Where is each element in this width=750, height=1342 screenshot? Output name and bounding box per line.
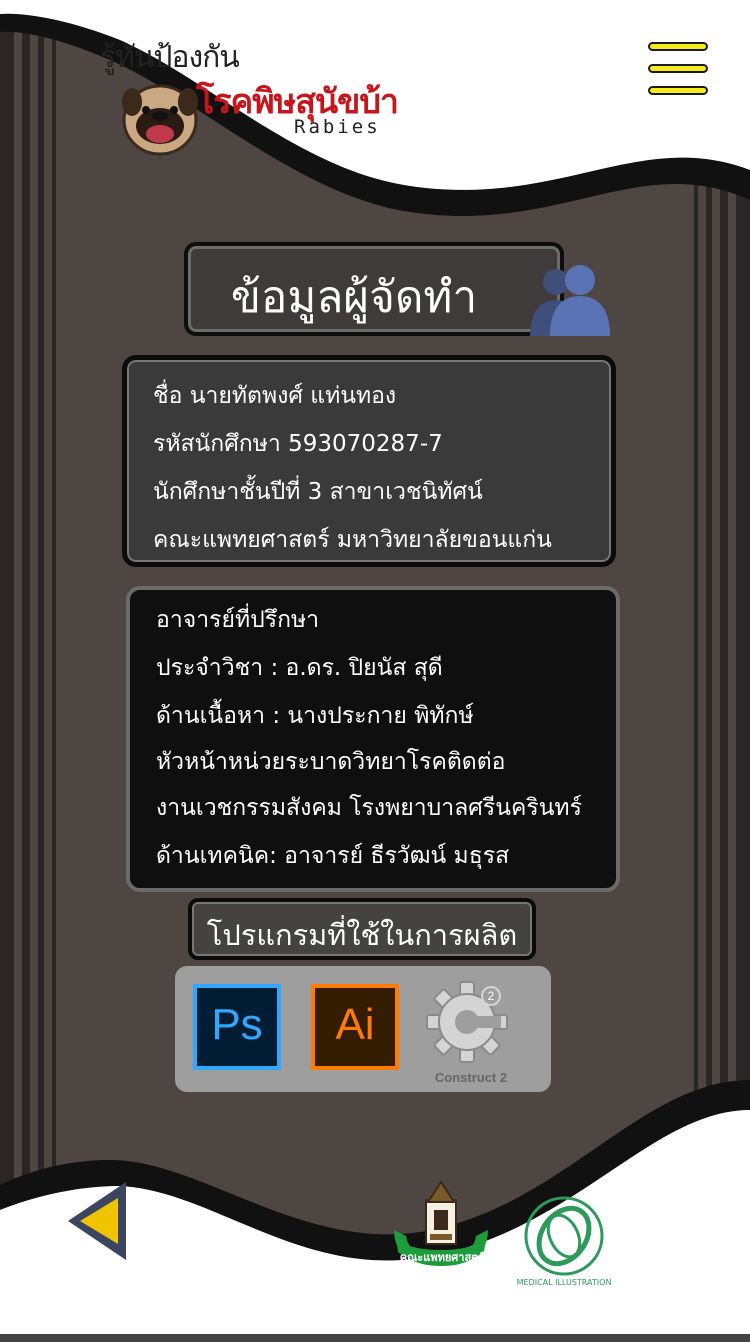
menu-button[interactable]	[646, 40, 710, 98]
advisor-content-role: หัวหน้าหน่วยระบาดวิทยาโรคติดต่อ	[156, 749, 506, 775]
author-year: นักศึกษาชั้นปีที่ 3 สาขาเวชนิทัศน์	[153, 479, 483, 505]
software-tools-panel: Ps Ai 2 Construct 2	[175, 966, 551, 1092]
page-title: ข้อมูลผู้จัดทำ	[230, 272, 478, 323]
advisor-info-panel: อาจารย์ที่ปรึกษา ประจำวิชา : อ.ดร. ปิยนั…	[126, 586, 620, 892]
advisor-content: ด้านเนื้อหา : นางประกาย พิทักษ์	[156, 703, 474, 729]
app-logo: รู้ทันป้องกัน โรคพิษสุนัขบ้า Rabies	[96, 34, 456, 156]
screen: รู้ทันป้องกัน โรคพิษสุนัขบ้า Rabies ข้อม…	[0, 0, 750, 1342]
advisor-heading: อาจารย์ที่ปรึกษา	[156, 607, 320, 633]
dog-face-icon	[122, 84, 198, 156]
faculty-seal-text: คณะแพทยศาสตร์	[399, 1251, 485, 1264]
people-icon	[530, 265, 610, 336]
gear-icon: 2	[426, 981, 508, 1063]
photoshop-label: Ps	[211, 1000, 263, 1049]
illustrator-label: Ai	[335, 1000, 375, 1049]
back-button[interactable]	[66, 1180, 130, 1262]
logo-english: Rabies	[294, 116, 381, 138]
construct2-icon: 2 Construct 2	[423, 978, 519, 1088]
medical-illustration-text: MEDICAL ILLUSTRATION	[516, 1278, 612, 1287]
illustrator-icon: Ai	[311, 984, 399, 1070]
photoshop-icon: Ps	[193, 984, 281, 1070]
author-info-panel: ชื่อ นายทัตพงศ์ แท่นทอง รหัสนักศึกษา 593…	[122, 355, 616, 567]
advisor-content-dept: งานเวชกรรมสังคม โรงพยาบาลศรีนครินทร์	[156, 795, 582, 821]
advisor-technical: ด้านเทคนิค: อาจารย์ ธีรวัฒน์ มธุรส	[156, 843, 510, 869]
author-student-id: รหัสนักศึกษา 593070287-7	[153, 431, 443, 457]
software-heading-box: โปรแกรมที่ใช้ในการผลิต	[188, 898, 536, 960]
author-faculty: คณะแพทยศาสตร์ มหาวิทยาลัยขอนแก่น	[153, 527, 552, 553]
page-title-box: ข้อมูลผู้จัดทำ	[184, 242, 564, 336]
svg-text:2: 2	[488, 989, 495, 1003]
software-heading: โปรแกรมที่ใช้ในการผลิต	[206, 918, 518, 952]
construct2-label: Construct 2	[434, 1070, 508, 1085]
advisor-course: ประจำวิชา : อ.ดร. ปิยนัส สุดี	[156, 655, 443, 681]
medical-illustration-logo	[524, 1196, 604, 1276]
author-name: ชื่อ นายทัตพงศ์ แท่นทอง	[153, 383, 397, 409]
back-arrow-icon	[68, 1182, 126, 1260]
